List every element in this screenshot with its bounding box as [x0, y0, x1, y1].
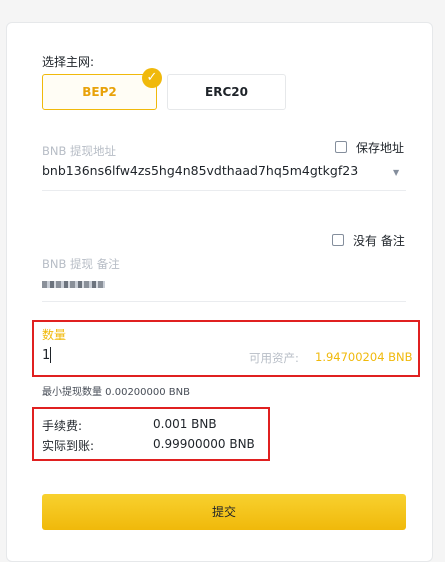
network-label: 选择主网:: [42, 55, 95, 69]
network-option-bep2[interactable]: BEP2: [42, 74, 157, 110]
save-address-label: 保存地址: [356, 141, 405, 155]
network-option-bep2-label: BEP2: [82, 85, 117, 99]
dropdown-arrow-icon[interactable]: ▼: [393, 168, 399, 177]
amount-highlight-box: [32, 320, 420, 377]
network-option-erc20-label: ERC20: [205, 85, 248, 99]
address-underline: [42, 190, 406, 191]
network-option-erc20[interactable]: ERC20: [167, 74, 286, 110]
address-label: BNB 提现地址: [42, 144, 117, 158]
save-address-checkbox[interactable]: [335, 141, 347, 153]
address-input[interactable]: bnb136ns6lfw4zs5hg4n85vdthaad7hq5m4gtkgf…: [42, 163, 358, 178]
no-memo-checkbox[interactable]: [332, 234, 344, 246]
fee-label: 手续费:: [42, 419, 83, 433]
memo-label: BNB 提现 备注: [42, 257, 120, 271]
submit-button-label: 提交: [211, 505, 236, 519]
received-label: 实际到账:: [42, 439, 95, 453]
available-label: 可用资产:: [249, 351, 299, 365]
min-withdraw-text: 最小提现数量 0.00200000 BNB: [42, 387, 190, 398]
memo-underline: [42, 301, 406, 302]
available-value: 1.94700204 BNB: [315, 350, 413, 364]
memo-input[interactable]: [42, 281, 105, 288]
check-icon: ✓: [142, 68, 162, 88]
submit-button[interactable]: 提交: [42, 494, 406, 530]
fee-value: 0.001 BNB: [153, 417, 217, 431]
amount-label: 数量: [42, 328, 67, 342]
no-memo-label: 没有 备注: [353, 234, 405, 248]
text-cursor: [50, 347, 51, 363]
received-value: 0.99900000 BNB: [153, 437, 255, 451]
